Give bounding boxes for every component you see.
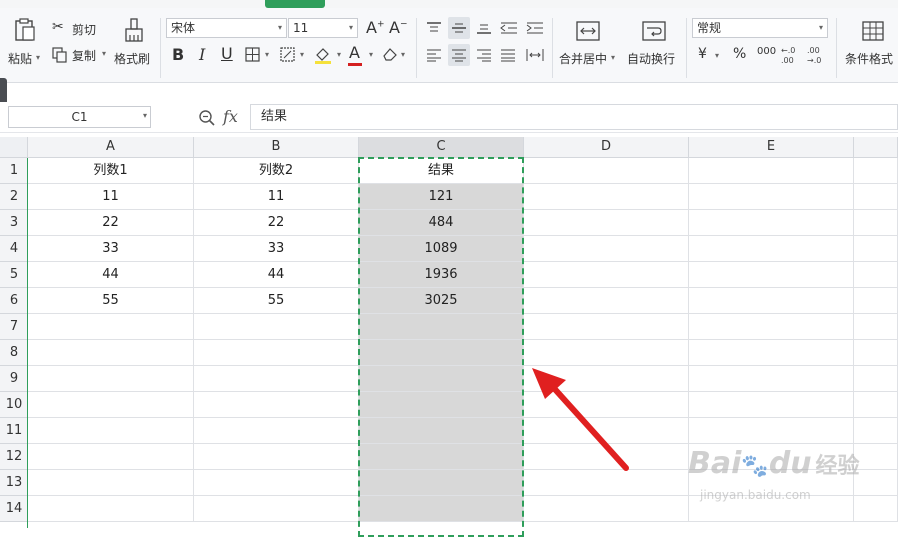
annotation-arrow (532, 368, 629, 471)
arrow-shaft (549, 383, 629, 471)
